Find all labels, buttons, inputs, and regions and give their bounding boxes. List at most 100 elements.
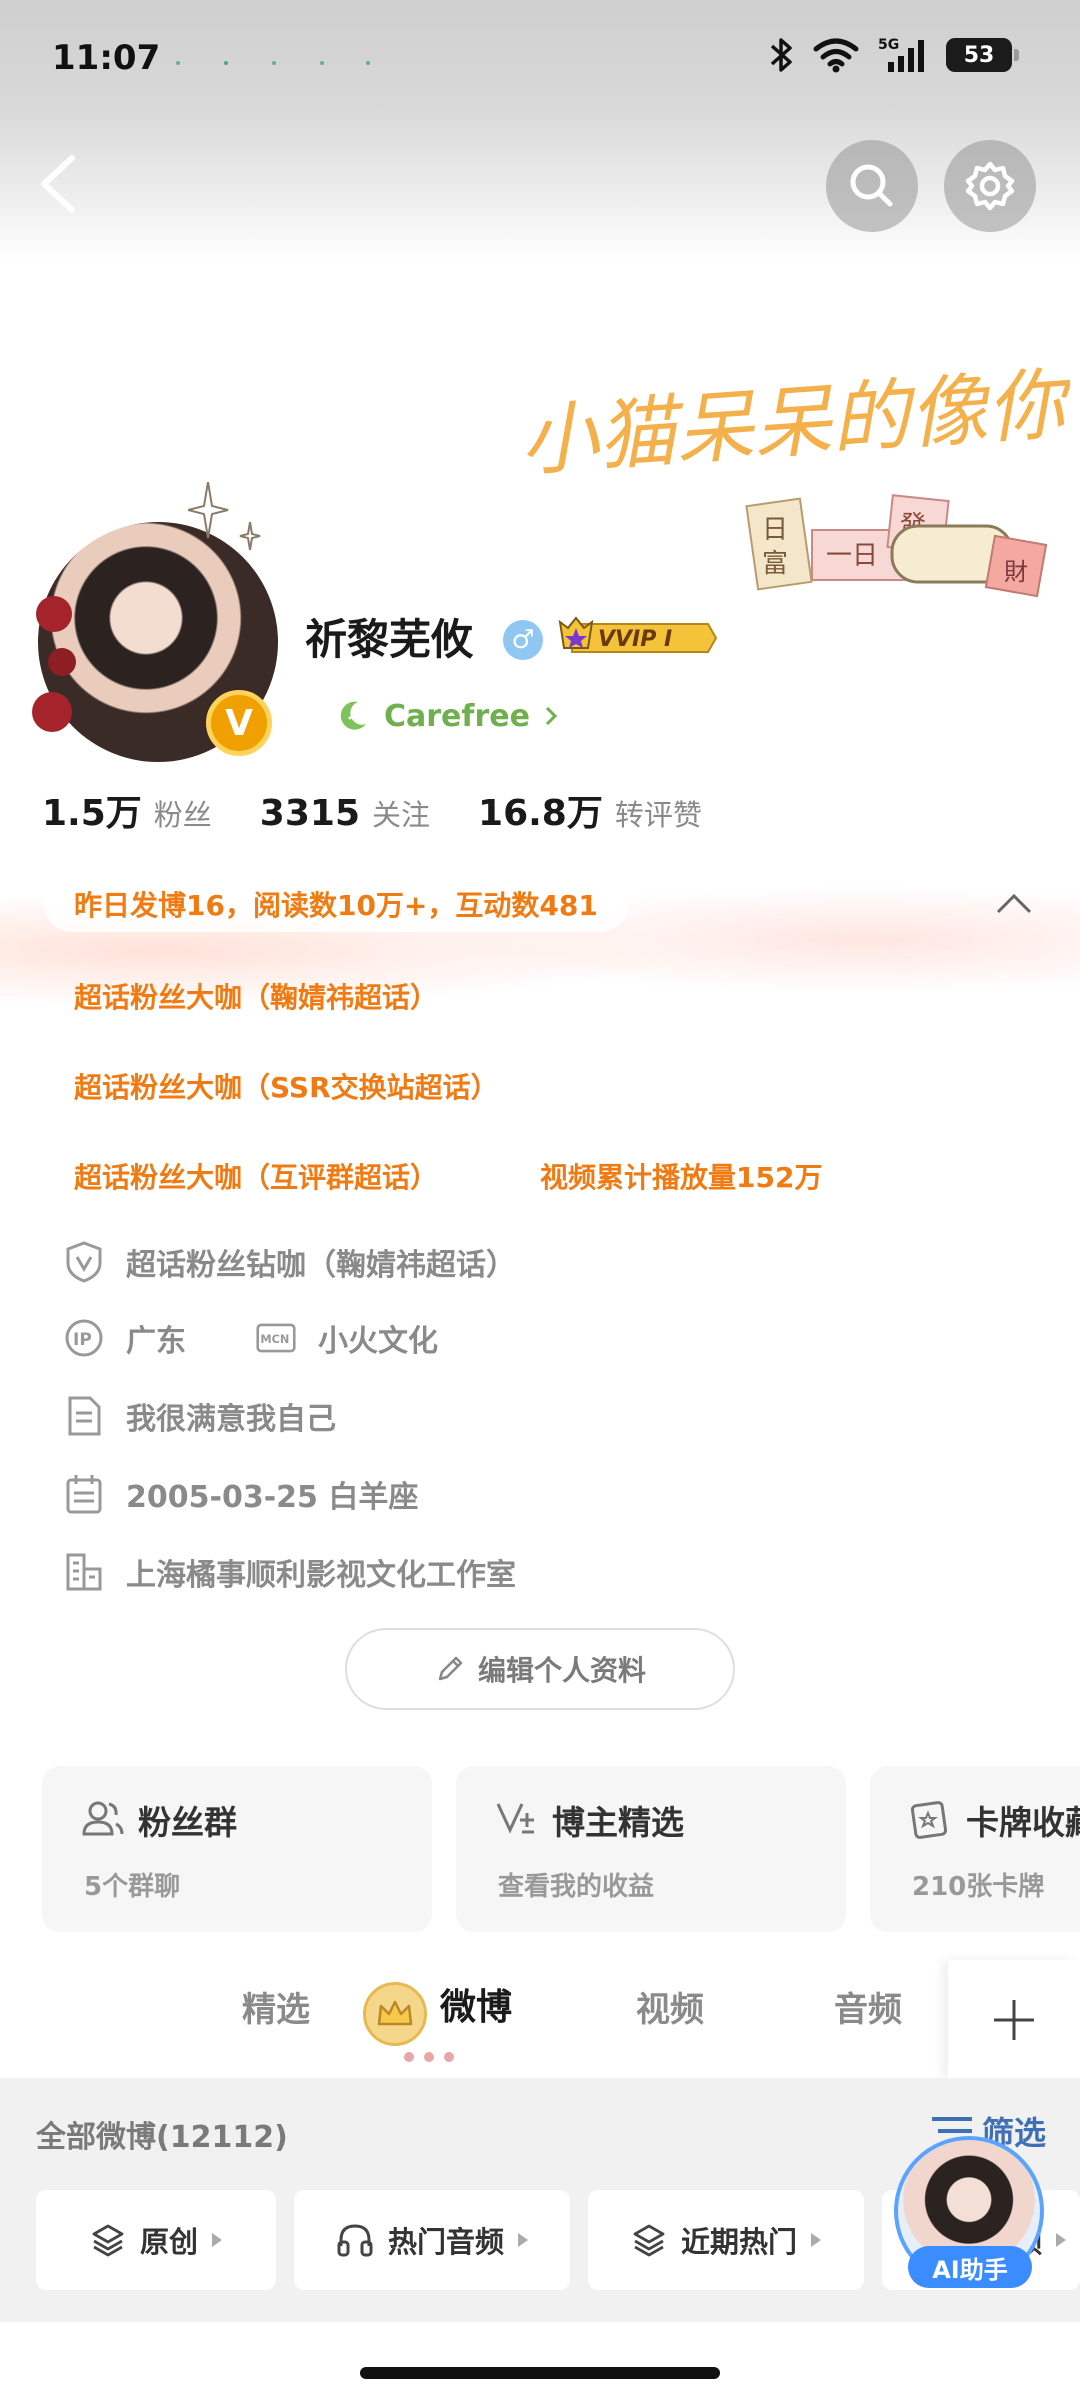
pencil-icon <box>438 1656 463 1681</box>
crown-icon <box>363 1982 427 2046</box>
card-collection-subtitle: 210张卡牌 <box>912 1872 1045 1902</box>
building-icon <box>64 1551 104 1593</box>
honor-tag[interactable]: 超话粉丝大咖（互评群超话） <box>74 1156 438 1196</box>
verified-badge: V <box>206 690 272 756</box>
tab-featured[interactable]: 精选 <box>242 1982 310 2031</box>
ai-assistant-label: AI助手 <box>908 2246 1032 2288</box>
birthday-row: 2005-03-25 白羊座 <box>64 1472 418 1516</box>
following-label[interactable]: 关注 <box>372 792 430 834</box>
fan-group-icon <box>82 1801 124 1836</box>
svg-text:5G: 5G <box>878 37 899 53</box>
settings-button[interactable] <box>944 140 1036 232</box>
profile-stats: 1.5万 粉丝 3315 关注 16.8万 转评赞 <box>42 784 750 836</box>
bluetooth-icon <box>770 38 792 72</box>
chip-hot-audio[interactable]: 热门音频 <box>294 2190 570 2290</box>
home-indicator[interactable] <box>360 2367 720 2379</box>
banner-script-text: 小猫呆呆的像你 <box>520 359 1070 488</box>
banner-tag-ri: 日 <box>762 515 788 545</box>
fan-group-subtitle: 5个群聊 <box>84 1872 181 1902</box>
chevron-right-icon <box>545 706 558 726</box>
headphones-icon <box>337 2224 373 2257</box>
notification-dots-icon <box>176 61 370 65</box>
tab-weibo[interactable]: 微博 <box>440 1978 512 2030</box>
company-row: 上海橘事顺利影视文化工作室 <box>64 1550 516 1594</box>
followers-count[interactable]: 1.5万 <box>42 784 142 836</box>
status-time: 11:07 <box>52 38 161 78</box>
tab-audio[interactable]: 音频 <box>834 1982 902 2031</box>
daily-stats-highlight[interactable]: 昨日发博16，阅读数10万+，互动数481 <box>44 876 628 932</box>
ip-mcn-row: IP 广东 MCN 小火文化 <box>64 1316 438 1360</box>
mood-status[interactable]: Carefree <box>334 698 558 734</box>
add-tab-button[interactable] <box>948 1960 1080 2080</box>
super-topic-text: 超话粉丝钻咖（鞠婧祎超话） <box>126 1248 516 1283</box>
back-arrow-icon[interactable] <box>30 148 90 220</box>
ai-assistant-button[interactable]: AI助手 <box>894 2136 1046 2288</box>
chip-recent-hot-label: 近期热门 <box>680 2225 797 2259</box>
profile-banner-artwork: 小猫呆呆的像你 日 富 一日 發 財 <box>520 359 1070 598</box>
calendar-icon <box>64 1473 104 1515</box>
tab-indicator-dots <box>404 2052 454 2062</box>
status-icons: 5G 53 <box>768 36 1019 74</box>
creator-picks-icon <box>496 1803 534 1834</box>
sparkle-decoration-icon <box>188 482 261 551</box>
banner-tag-fu: 富 <box>762 549 788 579</box>
fan-group-title: 粉丝群 <box>138 1803 237 1842</box>
following-count[interactable]: 3315 <box>260 793 360 834</box>
svg-text:IP: IP <box>73 1330 92 1350</box>
creator-picks-card[interactable]: 博主精选 查看我的收益 <box>456 1766 846 1932</box>
document-icon <box>64 1395 104 1437</box>
banner-tag-yiri: 一日 <box>826 541 878 571</box>
shield-v-icon <box>64 1241 104 1283</box>
all-posts-count: 全部微博(12112) <box>36 2120 288 2155</box>
vvip-badge[interactable]: VVIP I <box>558 614 718 662</box>
search-button[interactable] <box>826 140 918 232</box>
video-play-count-tag[interactable]: 视频累计播放量152万 <box>540 1156 822 1196</box>
battery-indicator: 53 <box>946 38 1019 72</box>
layers-icon <box>633 2224 665 2257</box>
mcn-icon: MCN <box>256 1317 296 1359</box>
bio-text: 我很满意我自己 <box>126 1402 336 1437</box>
chip-original[interactable]: 原创 <box>36 2190 276 2290</box>
rose-decoration-icon <box>32 596 76 732</box>
bottom-strip <box>0 2322 1080 2400</box>
honor-tag[interactable]: 超话粉丝大咖（鞠婧祎超话） <box>74 976 438 1016</box>
search-icon <box>850 164 893 207</box>
creator-picks-subtitle: 查看我的收益 <box>498 1872 655 1902</box>
svg-text:MCN: MCN <box>260 1333 289 1346</box>
gear-icon <box>965 161 1015 211</box>
status-bar: 11:07 5G 53 <box>0 0 1080 120</box>
chip-arrow-icon <box>811 2233 821 2247</box>
birthday-text: 2005-03-25 白羊座 <box>126 1480 419 1515</box>
wifi-icon <box>813 38 859 73</box>
edit-profile-label: 编辑个人资料 <box>477 1654 646 1687</box>
profile-tabs: 精选 微博 视频 音频 <box>0 1960 1080 2080</box>
chip-arrow-icon <box>1056 2233 1066 2247</box>
card-collection-icon <box>910 1801 948 1839</box>
chip-arrow-icon <box>212 2233 222 2247</box>
mood-label: Carefree <box>384 698 530 734</box>
mcn-name[interactable]: 小火文化 <box>318 1316 438 1360</box>
ip-location: 广东 <box>126 1324 186 1359</box>
bio-row: 我很满意我自己 <box>64 1394 336 1438</box>
interactions-label: 转评赞 <box>614 798 702 832</box>
creator-picks-title: 博主精选 <box>552 1803 684 1842</box>
company-text: 上海橘事顺利影视文化工作室 <box>126 1558 516 1593</box>
edit-profile-button[interactable]: 编辑个人资料 <box>345 1628 735 1710</box>
layers-icon <box>92 2224 124 2257</box>
tab-video[interactable]: 视频 <box>636 1982 704 2031</box>
followers-label[interactable]: 粉丝 <box>154 792 212 834</box>
avatar[interactable]: V <box>32 482 278 762</box>
chip-recent-hot[interactable]: 近期热门 <box>588 2190 864 2290</box>
chevron-up-icon[interactable] <box>994 888 1034 918</box>
cellular-5g-icon: 5G <box>878 37 924 72</box>
card-collection-title: 卡牌收藏 <box>966 1803 1080 1842</box>
vvip-badge-text: VVIP I <box>598 627 672 652</box>
card-collection-card[interactable]: 卡牌收藏 210张卡牌 <box>870 1766 1080 1932</box>
super-topic-row[interactable]: 超话粉丝钻咖（鞠婧祎超话） <box>64 1240 516 1284</box>
banner-tag-cai: 財 <box>1004 558 1028 586</box>
moon-stars-icon <box>340 701 366 730</box>
fan-group-card[interactable]: 粉丝群 5个群聊 <box>42 1766 432 1932</box>
username: 祈黎芜攸 <box>305 615 474 664</box>
plus-icon <box>994 2000 1034 2040</box>
honor-tag[interactable]: 超话粉丝大咖（SSR交换站超话） <box>74 1066 499 1106</box>
